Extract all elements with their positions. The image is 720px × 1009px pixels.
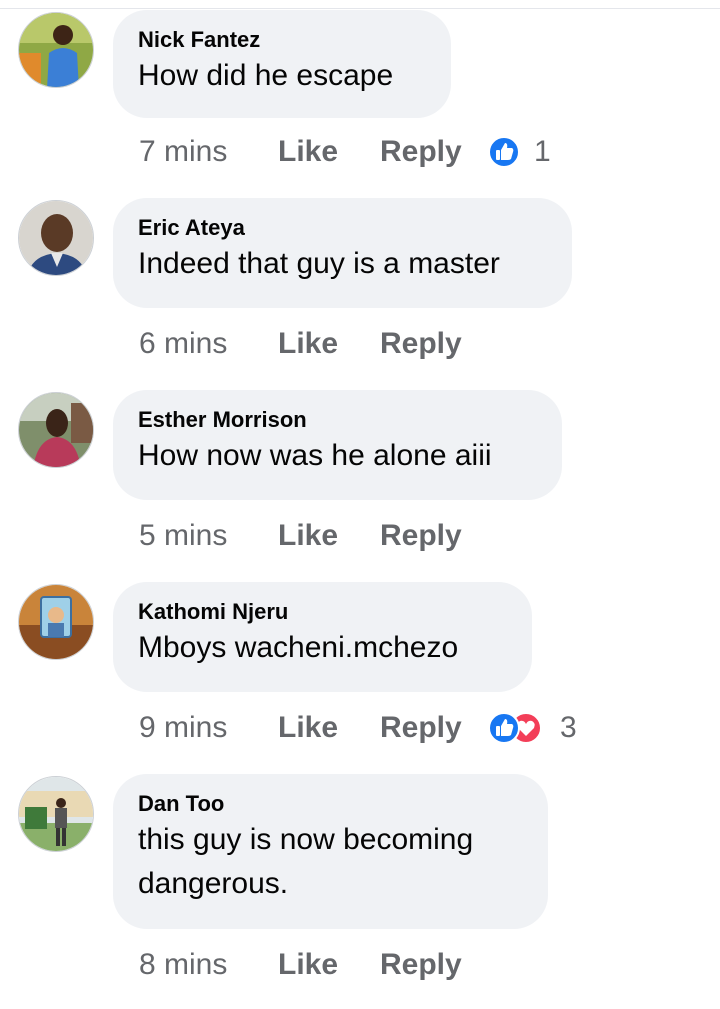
avatar[interactable] (18, 392, 94, 468)
comment-author[interactable]: Nick Fantez (138, 26, 423, 54)
like-button[interactable]: Like (278, 945, 338, 985)
reply-button[interactable]: Reply (380, 945, 462, 985)
comment-bubble: Esther Morrison How now was he alone aii… (113, 390, 562, 500)
comment-bubble: Nick Fantez How did he escape (113, 10, 451, 118)
avatar[interactable] (18, 12, 94, 88)
comment-time[interactable]: 9 mins (139, 708, 227, 748)
reply-button[interactable]: Reply (380, 708, 462, 748)
comment-text: How did he escape (138, 59, 394, 92)
comment-text: Indeed that guy is a master (138, 247, 500, 280)
comment-time[interactable]: 6 mins (139, 324, 227, 364)
reaction-count: 3 (560, 711, 577, 744)
like-button[interactable]: Like (278, 132, 338, 172)
avatar[interactable] (18, 200, 94, 276)
comment-text: this guy is now becoming (138, 823, 474, 856)
comment-time[interactable]: 8 mins (139, 945, 227, 985)
comment-bubble: Kathomi Njeru Mboys wacheni.mchezo (113, 582, 532, 692)
avatar[interactable] (18, 584, 94, 660)
comment-time[interactable]: 5 mins (139, 516, 227, 556)
reaction-count: 1 (534, 135, 551, 168)
reply-button[interactable]: Reply (380, 132, 462, 172)
like-button[interactable]: Like (278, 708, 338, 748)
comment-text: Mboys wacheni.mchezo (138, 631, 459, 664)
like-button[interactable]: Like (278, 324, 338, 364)
comment-text: How now was he alone aiii (138, 439, 492, 472)
avatar[interactable] (18, 776, 94, 852)
comment-author[interactable]: Eric Ateya (138, 214, 544, 242)
comment-author[interactable]: Esther Morrison (138, 406, 534, 434)
like-icon (488, 136, 520, 168)
comment-time[interactable]: 7 mins (139, 132, 227, 172)
comment-bubble: Dan Too this guy is now becoming dangero… (113, 774, 548, 929)
like-button[interactable]: Like (278, 516, 338, 556)
comment-text: dangerous. (138, 867, 289, 900)
comment-bubble: Eric Ateya Indeed that guy is a master (113, 198, 572, 308)
comment-author[interactable]: Dan Too (138, 790, 520, 818)
reply-button[interactable]: Reply (380, 516, 462, 556)
comment-author[interactable]: Kathomi Njeru (138, 598, 504, 626)
reply-button[interactable]: Reply (380, 324, 462, 364)
top-divider (0, 8, 720, 9)
like-icon (488, 712, 520, 744)
